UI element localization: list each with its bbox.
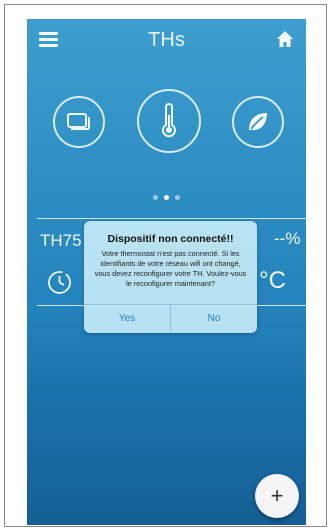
screen-icon xyxy=(67,113,90,130)
dialog-buttons: Yes No xyxy=(84,304,257,333)
yes-button[interactable]: Yes xyxy=(84,305,171,333)
leaf-icon xyxy=(249,113,267,131)
not-connected-dialog: Dispositif non connecté!! Votre thermost… xyxy=(84,221,257,333)
home-icon[interactable] xyxy=(275,29,295,49)
temperature-unit: °C xyxy=(259,267,286,294)
eco-mode-button[interactable] xyxy=(232,96,284,148)
divider xyxy=(37,218,306,219)
dialog-message: Votre thermostat n'est pas connecté. Si … xyxy=(94,249,247,288)
page-dot[interactable] xyxy=(175,195,181,200)
device-name: TH75 xyxy=(40,231,82,250)
display-mode-button[interactable] xyxy=(53,96,105,148)
plus-icon: + xyxy=(270,483,284,508)
top-bar: THs xyxy=(27,19,306,65)
page-dot-active[interactable] xyxy=(164,195,169,200)
page-indicator xyxy=(27,187,306,205)
no-button[interactable]: No xyxy=(171,305,257,333)
dialog-title: Dispositif non connecté!! xyxy=(107,233,234,245)
thermostat-mode-button[interactable] xyxy=(137,89,201,153)
thermometer-icon xyxy=(162,103,176,138)
page-title: THs xyxy=(148,29,185,51)
app-screen: THs TH75 --% °C Dispositif non connecté!… xyxy=(27,19,306,525)
humidity-readout: --% xyxy=(274,229,301,248)
page-dot[interactable] xyxy=(152,195,158,200)
add-button[interactable]: + xyxy=(255,474,299,518)
clock-icon[interactable] xyxy=(47,270,72,295)
